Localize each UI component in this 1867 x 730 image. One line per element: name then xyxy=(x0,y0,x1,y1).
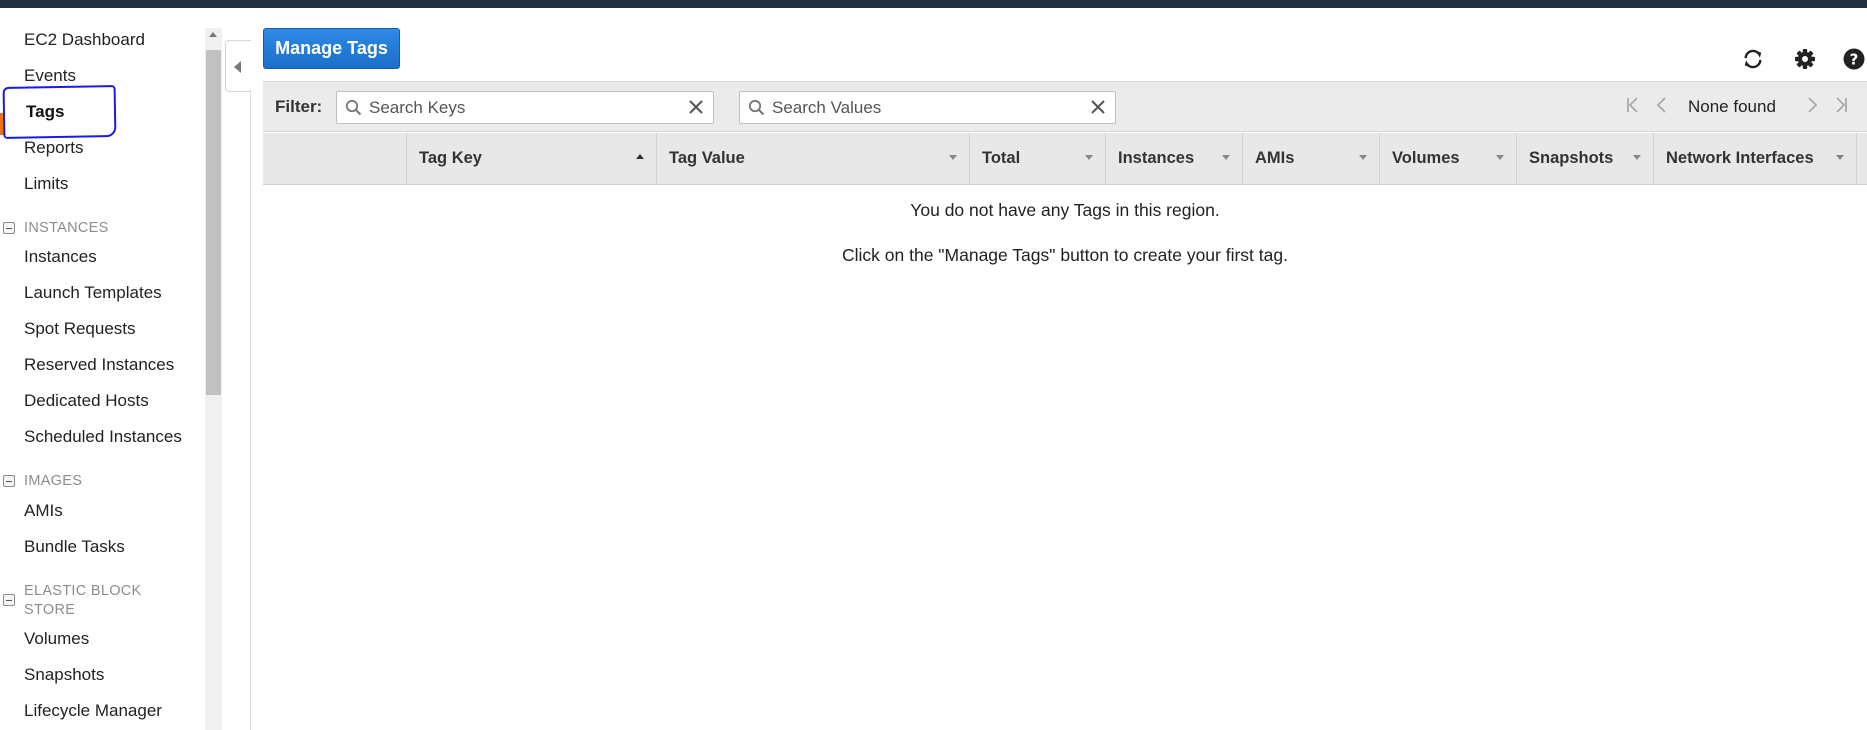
clear-icon[interactable] xyxy=(1089,98,1107,121)
refresh-icon[interactable] xyxy=(1742,48,1764,70)
sidebar-nav: EC2 Dashboard Events Tags Reports Limits… xyxy=(0,8,205,730)
sidebar-item-volumes[interactable]: Volumes xyxy=(24,629,89,649)
sidebar-item-scheduled-instances[interactable]: Scheduled Instances xyxy=(24,427,182,447)
chevron-left-icon xyxy=(234,61,241,73)
collapse-sidebar-button[interactable] xyxy=(225,40,251,92)
manage-tags-button[interactable]: Manage Tags xyxy=(263,28,400,69)
sidebar-item-tags[interactable]: Tags xyxy=(26,102,64,122)
search-values-placeholder: Search Values xyxy=(772,98,882,117)
sort-icon xyxy=(1085,155,1093,160)
search-icon xyxy=(748,99,765,121)
section-title: INSTANCES xyxy=(24,220,109,236)
active-item-marker xyxy=(0,113,4,135)
sidebar-item-lifecycle-manager[interactable]: Lifecycle Manager xyxy=(24,701,162,721)
column-label: Total xyxy=(982,149,1021,167)
sidebar-item-spot-requests[interactable]: Spot Requests xyxy=(24,319,136,339)
column-header-tag-value[interactable]: Tag Value xyxy=(656,133,969,185)
section-title: IMAGES xyxy=(24,473,83,489)
prev-page-icon[interactable] xyxy=(1656,96,1668,119)
svg-text:?: ? xyxy=(1850,51,1859,69)
column-label: Tag Value xyxy=(669,149,745,167)
next-page-icon[interactable] xyxy=(1806,96,1818,119)
empty-state-message: You do not have any Tags in this region. xyxy=(910,200,1220,220)
column-header-volumes[interactable]: Volumes xyxy=(1379,133,1516,185)
column-label: Volumes xyxy=(1392,149,1460,167)
gear-icon[interactable] xyxy=(1794,48,1816,70)
filter-bar: Filter: Search Keys Search Values None f… xyxy=(263,81,1867,132)
sidebar-item-snapshots[interactable]: Snapshots xyxy=(24,665,104,685)
sort-icon xyxy=(1359,155,1367,160)
last-page-icon[interactable] xyxy=(1833,96,1849,119)
sidebar-item-bundle-tasks[interactable]: Bundle Tasks xyxy=(24,537,125,557)
sort-ascending-icon xyxy=(636,154,644,159)
sidebar-item-limits[interactable]: Limits xyxy=(24,174,68,194)
scrollbar-thumb[interactable] xyxy=(206,50,221,395)
tags-table-header: Tag Key Tag Value Total Instances AMIs V… xyxy=(263,133,1867,185)
column-header-tag-key[interactable]: Tag Key xyxy=(406,133,656,185)
sort-icon xyxy=(1496,155,1504,160)
top-bar xyxy=(0,0,1867,8)
column-header-amis[interactable]: AMIs xyxy=(1242,133,1379,185)
help-icon[interactable]: ? xyxy=(1843,48,1865,70)
column-label: Instances xyxy=(1118,149,1195,167)
sort-icon xyxy=(1222,155,1230,160)
sort-icon xyxy=(1633,155,1641,160)
pager-status: None found xyxy=(1688,97,1776,116)
clear-icon[interactable] xyxy=(687,98,705,121)
sidebar-item-dedicated-hosts[interactable]: Dedicated Hosts xyxy=(24,391,149,411)
sort-icon xyxy=(1836,155,1844,160)
search-keys-placeholder: Search Keys xyxy=(369,98,466,117)
sidebar-item-reserved-instances[interactable]: Reserved Instances xyxy=(24,355,174,375)
search-values-input[interactable]: Search Values xyxy=(739,91,1116,124)
search-icon xyxy=(345,99,362,121)
column-label: Network Interfaces xyxy=(1666,149,1814,167)
sidebar-item-launch-templates[interactable]: Launch Templates xyxy=(24,283,162,303)
search-keys-input[interactable]: Search Keys xyxy=(336,91,714,124)
sort-icon xyxy=(949,155,957,160)
first-page-icon[interactable] xyxy=(1625,96,1641,119)
collapse-toggle-icon[interactable] xyxy=(3,222,15,234)
collapse-toggle-icon[interactable] xyxy=(3,594,15,606)
sidebar-scrollbar[interactable] xyxy=(205,28,222,730)
column-header-instances[interactable]: Instances xyxy=(1105,133,1242,185)
column-header-total[interactable]: Total xyxy=(969,133,1105,185)
column-header-snapshots[interactable]: Snapshots xyxy=(1516,133,1653,185)
empty-state-hint: Click on the "Manage Tags" button to cre… xyxy=(842,245,1288,265)
column-label: Tag Key xyxy=(419,149,482,167)
column-header-network-interfaces[interactable]: Network Interfaces xyxy=(1653,133,1857,185)
column-label: Snapshots xyxy=(1529,149,1614,167)
section-title: ELASTIC BLOCK STORE xyxy=(24,583,142,618)
panel-divider xyxy=(250,90,251,730)
sidebar-item-ec2-dashboard[interactable]: EC2 Dashboard xyxy=(24,30,145,50)
scroll-up-icon[interactable] xyxy=(209,32,217,37)
sidebar-item-amis[interactable]: AMIs xyxy=(24,501,63,521)
filter-label: Filter: xyxy=(275,97,323,116)
collapse-toggle-icon[interactable] xyxy=(3,475,15,487)
sidebar-item-reports[interactable]: Reports xyxy=(24,138,84,158)
column-label: AMIs xyxy=(1255,149,1295,167)
sidebar-item-instances[interactable]: Instances xyxy=(24,247,97,267)
column-header-select xyxy=(263,133,406,185)
sidebar-item-events[interactable]: Events xyxy=(24,66,76,86)
